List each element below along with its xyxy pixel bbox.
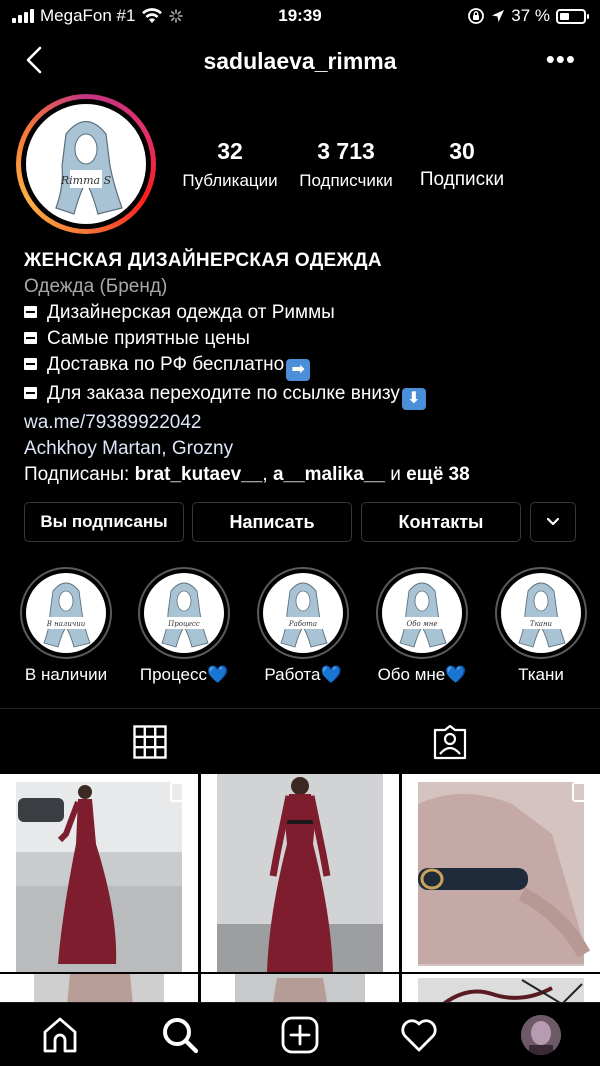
home-icon[interactable] — [40, 1015, 80, 1055]
profile-category: Одежда (Бренд) — [24, 276, 168, 297]
hijab-logo-icon: Работа — [280, 582, 328, 648]
svg-text:Обо мне: Обо мне — [406, 620, 437, 628]
highlight-cover: Обо мне — [376, 567, 468, 659]
svg-text:Работа: Работа — [288, 620, 317, 628]
bio-line: Для заказа переходите по ссылке внизу ⬇ — [24, 381, 584, 410]
hijab-logo-icon: Обо мне — [399, 582, 447, 648]
contacts-button[interactable]: Контакты — [361, 502, 521, 542]
stat-posts[interactable]: 32 Публикации — [176, 138, 284, 191]
bio-line: Дизайнерская одежда от Риммы — [24, 300, 584, 326]
dress-photo — [0, 774, 198, 972]
hijab-logo-icon: Процесс — [161, 582, 209, 648]
bullet-icon — [24, 358, 37, 370]
location-arrow-icon — [492, 10, 505, 22]
blue-heart-icon: 💙 — [320, 665, 342, 684]
status-bar: MegaFon #1 19:39 37 % — [0, 0, 600, 32]
highlight-cover: В наличии — [20, 567, 112, 659]
svg-text:Rimma S: Rimma S — [60, 174, 112, 187]
avatar-image: Rimma S — [26, 104, 146, 224]
post-thumbnail[interactable] — [402, 774, 600, 972]
tab-grid[interactable] — [0, 709, 300, 775]
dress-photo — [201, 774, 399, 972]
hijab-logo-icon: Ткани — [518, 582, 566, 648]
sweater-photo — [402, 774, 600, 972]
post-thumbnail[interactable] — [0, 774, 198, 972]
blue-heart-icon: 💙 — [445, 665, 467, 684]
bio-line: Доставка по РФ бесплатно ➡ — [24, 352, 584, 381]
tab-tagged[interactable] — [300, 709, 600, 775]
stat-following[interactable]: 30 Подписки — [412, 138, 512, 191]
suggested-dropdown-button[interactable] — [530, 502, 576, 542]
profile-avatar[interactable]: Rimma S — [16, 94, 156, 234]
bio-line: Самые приятные цены — [24, 326, 584, 352]
chevron-down-icon — [546, 517, 560, 526]
highlight-label: Ткани — [518, 665, 564, 684]
highlight-label: Процесс💙 — [139, 665, 229, 684]
battery-icon — [556, 8, 589, 24]
message-button[interactable]: Написать — [192, 502, 352, 542]
profile-tab-avatar[interactable] — [521, 1015, 561, 1055]
bullet-icon — [24, 387, 37, 399]
multiple-photos-icon — [572, 782, 592, 802]
followed-by[interactable]: Подписаны: brat_kutaev__, a__malika__ и … — [24, 462, 584, 488]
highlight-item[interactable]: Обо мне Обо мне💙 — [374, 567, 470, 685]
hijab-logo-icon: Rimma S — [55, 120, 123, 215]
down-arrow-emoji-icon: ⬇ — [401, 388, 426, 410]
more-options-icon[interactable]: ••• — [546, 46, 576, 72]
multiple-photos-icon — [170, 782, 190, 802]
profile-display-name: ЖЕНСКАЯ ДИЗАЙНЕРСКАЯ ОДЕЖДА — [24, 250, 382, 271]
search-icon[interactable] — [160, 1015, 200, 1055]
new-post-icon[interactable] — [280, 1015, 320, 1055]
tagged-person-icon — [433, 724, 467, 760]
highlight-cover: Процесс — [138, 567, 230, 659]
svg-text:В наличии: В наличии — [46, 620, 86, 628]
highlight-label: В наличии — [24, 665, 108, 684]
stat-followers[interactable]: 3 713 Подписчики — [290, 138, 402, 191]
top-nav: sadulaeva_rimma ••• — [0, 32, 600, 90]
highlight-item[interactable]: Ткани Ткани — [493, 567, 589, 685]
activity-heart-icon[interactable] — [399, 1015, 439, 1055]
highlight-cover: Ткани — [495, 567, 587, 659]
post-thumbnail[interactable] — [201, 974, 399, 1002]
grid-icon — [133, 725, 167, 759]
highlight-cover: Работа — [257, 567, 349, 659]
posts-grid — [0, 774, 600, 1002]
profile-tabs — [0, 708, 600, 775]
profile-username: sadulaeva_rimma — [203, 48, 397, 74]
bullet-icon — [24, 332, 37, 344]
svg-text:Процесс: Процесс — [167, 620, 200, 628]
bio-location[interactable]: Achkhoy Martan, Grozny — [24, 436, 584, 462]
highlight-item[interactable]: Работа Работа💙 — [255, 567, 351, 685]
profile-bio: ЖЕНСКАЯ ДИЗАЙНЕРСКАЯ ОДЕЖДА Одежда (Брен… — [24, 248, 584, 488]
rotation-lock-icon — [468, 8, 485, 24]
following-button[interactable]: Вы подписаны — [24, 502, 184, 542]
hijab-logo-icon: В наличии — [43, 582, 91, 648]
right-arrow-emoji-icon: ➡ — [286, 359, 311, 381]
highlight-item[interactable]: Процесс Процесс💙 — [136, 567, 232, 685]
profile-actions: Вы подписаны Написать Контакты — [24, 502, 580, 542]
bullet-icon — [24, 306, 37, 318]
highlight-item[interactable]: В наличии В наличии — [18, 567, 114, 685]
battery-percent: 37 % — [511, 6, 550, 25]
bio-link[interactable]: wa.me/79389922042 — [24, 410, 584, 436]
highlight-label: Работа💙 — [264, 665, 342, 684]
highlight-label: Обо мне💙 — [377, 665, 467, 684]
post-thumbnail[interactable] — [402, 974, 600, 1002]
svg-text:Ткани: Ткани — [530, 620, 553, 628]
post-thumbnail[interactable] — [0, 974, 198, 1002]
bottom-tab-bar — [0, 1002, 600, 1066]
blue-heart-icon: 💙 — [206, 665, 229, 684]
post-thumbnail[interactable] — [201, 774, 399, 972]
